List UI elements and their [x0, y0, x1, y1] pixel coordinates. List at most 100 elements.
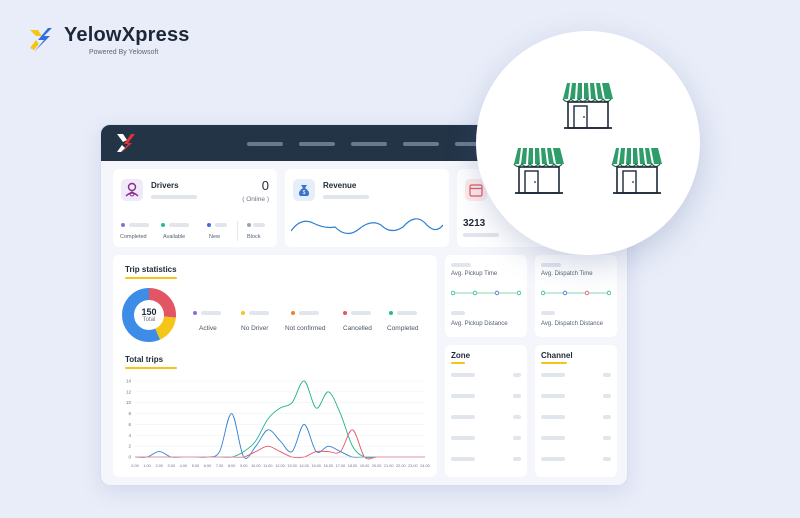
legend-divider	[237, 221, 238, 241]
donut-total-label: Total	[142, 317, 156, 323]
total-trips-title: Total trips	[125, 355, 164, 364]
zone-row-placeholder	[451, 373, 475, 377]
y-tick-label: 4	[128, 433, 131, 438]
driver-icon	[121, 179, 143, 201]
nav-item-4[interactable]	[403, 142, 439, 146]
channel-card: Channel	[535, 345, 617, 477]
avg-dispatch-distance-label: Avg. Dispatch Distance	[541, 321, 603, 327]
drivers-title: Drivers	[151, 181, 179, 190]
zone-row-value-placeholder	[513, 457, 521, 461]
x-logo-icon[interactable]	[115, 132, 137, 154]
y-tick-label: 10	[126, 400, 132, 405]
x-tick-label: 20.00	[372, 464, 382, 468]
brand: YelowXpress Powered By Yelowsoft	[26, 24, 190, 56]
x-tick-label: 6.00	[204, 464, 211, 468]
x-tick-label: 11.00	[263, 464, 272, 468]
title-underline	[125, 367, 177, 369]
legend-no-driver: No Driver	[241, 325, 269, 332]
x-tick-label: 24.00	[420, 464, 430, 468]
legend-bar-placeholder	[249, 311, 269, 315]
drivers-subtitle-placeholder	[151, 195, 197, 199]
y-tick-label: 0	[128, 455, 131, 460]
x-tick-label: 0.00	[131, 464, 138, 468]
title-underline	[451, 362, 465, 364]
zone-row-value-placeholder	[513, 415, 521, 419]
legend-dot-available	[161, 223, 165, 227]
legend-new: New	[209, 234, 221, 240]
x-tick-label: 4.00	[180, 464, 187, 468]
channel-row-placeholder	[541, 373, 565, 377]
legend-dot-active	[193, 311, 197, 315]
channel-row-placeholder	[541, 394, 565, 398]
drivers-card[interactable]: Drivers 0 ( Online ) Completed Available…	[113, 169, 277, 247]
legend-not-confirmed: Not confirmed	[285, 325, 326, 332]
brand-name: YelowXpress	[64, 24, 190, 46]
x-tick-label: 18.00	[348, 464, 358, 468]
legend-completed: Completed	[120, 234, 147, 240]
store-icon	[513, 147, 564, 194]
yelowxpress-logo-icon	[30, 28, 52, 52]
zone-title: Zone	[451, 351, 471, 360]
x-tick-label: 10.00	[251, 464, 261, 468]
y-tick-label: 6	[128, 422, 131, 427]
channel-row-value-placeholder	[603, 457, 611, 461]
x-tick-label: 16.00	[324, 464, 334, 468]
x-tick-label: 5.00	[192, 464, 199, 468]
stores-overlay	[476, 31, 700, 255]
legend-available: Available	[163, 234, 186, 240]
legend-bar-placeholder	[351, 311, 371, 315]
revenue-card[interactable]: $ Revenue	[285, 169, 449, 247]
title-underline	[125, 277, 177, 279]
y-tick-label: 12	[126, 389, 132, 394]
donut-total-value: 150	[141, 307, 157, 317]
x-tick-label: 7.00	[216, 464, 223, 468]
channel-row-placeholder	[541, 457, 565, 461]
nav-item-1[interactable]	[247, 142, 283, 146]
x-tick-label: 23.00	[408, 464, 418, 468]
channel-row-value-placeholder	[603, 436, 611, 440]
zone-row-placeholder	[451, 457, 475, 461]
drivers-status: ( Online )	[242, 196, 269, 203]
zone-row-value-placeholder	[513, 394, 521, 398]
pickup-progress-line	[451, 290, 521, 296]
bookings-label-placeholder	[463, 233, 499, 237]
y-tick-label: 2	[128, 444, 131, 449]
revenue-subtitle-placeholder	[323, 195, 369, 199]
dispatch-progress-line	[541, 290, 611, 296]
zone-row-placeholder	[451, 415, 475, 419]
legend-block: Block	[247, 234, 261, 240]
trip-statistics-card: Trip statistics 150 Total Active No Driv…	[113, 255, 437, 477]
bookings-value: 3213	[463, 218, 486, 229]
nav-item-3[interactable]	[351, 142, 387, 146]
series-line-3	[134, 429, 425, 460]
nav-item-5[interactable]	[455, 142, 477, 146]
avg-pickup-time-label: Avg. Pickup Time	[451, 271, 498, 277]
legend-dot-block	[247, 223, 251, 227]
legend-dot-completed	[389, 311, 393, 315]
legend-dot-no-driver	[241, 311, 245, 315]
x-tick-label: 1.00	[143, 464, 150, 468]
metric-value-placeholder	[541, 311, 555, 315]
channel-row-value-placeholder	[603, 373, 611, 377]
revenue-sparkline	[291, 218, 443, 235]
nav-item-2[interactable]	[299, 142, 335, 146]
legend-bar-placeholder	[215, 223, 227, 227]
money-bag-icon: $	[293, 179, 315, 201]
legend-bar-placeholder	[129, 223, 149, 227]
x-tick-label: 19.00	[360, 464, 370, 468]
x-tick-label: 14.00	[299, 464, 309, 468]
x-tick-label: 21.00	[384, 464, 394, 468]
svg-text:$: $	[303, 190, 306, 196]
total-trips-line-chart: 0 2 4 6 8 10 12 14 0.00 1.00 2.00 3.00 4.00 5.00 6.00 7…	[126, 379, 430, 469]
store-icon	[562, 82, 613, 129]
trip-statistics-title: Trip statistics	[125, 265, 177, 274]
metric-value-placeholder	[541, 263, 561, 267]
store-icon	[611, 147, 662, 194]
brand-subtitle: Powered By Yelowsoft	[89, 49, 159, 56]
x-tick-label: 13.00	[287, 464, 297, 468]
legend-completed: Completed	[387, 325, 419, 332]
x-tick-label: 15.00	[311, 464, 321, 468]
x-tick-label: 22.00	[396, 464, 406, 468]
legend-dot-completed	[121, 223, 125, 227]
x-tick-label: 2.00	[155, 464, 162, 468]
